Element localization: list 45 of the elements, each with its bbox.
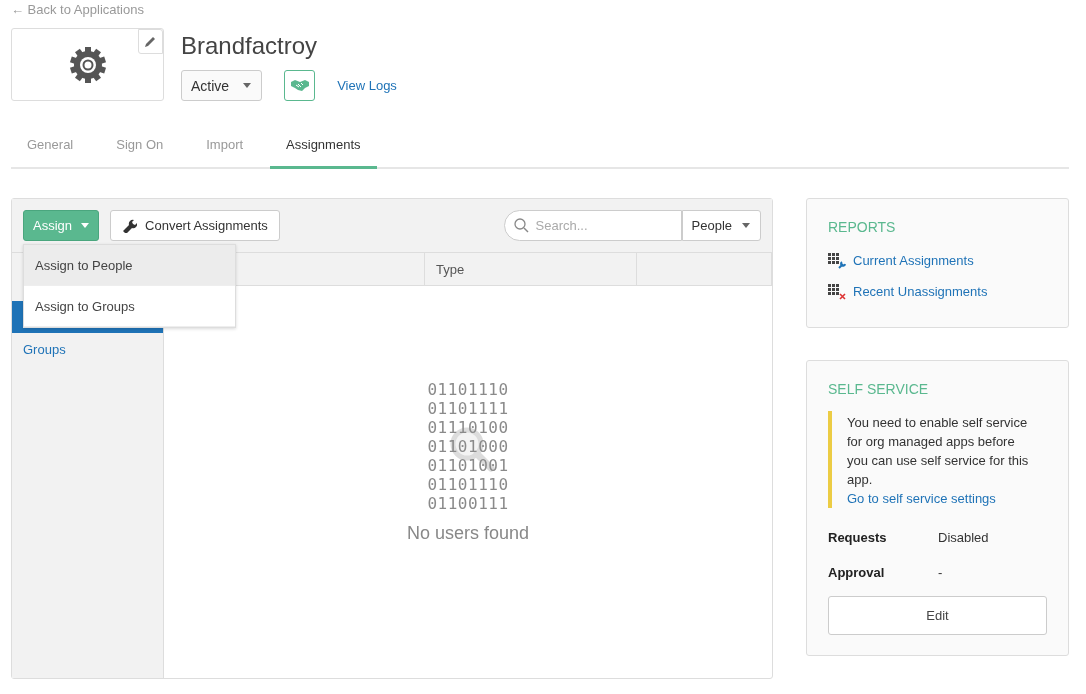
binary-line: 01101111	[427, 399, 509, 418]
tab[interactable]: Import	[190, 125, 260, 169]
back-link[interactable]: ← Back to Applications	[11, 2, 144, 20]
handshake-icon	[290, 80, 309, 91]
field-value: Disabled	[938, 530, 989, 545]
binary-line: 01101110	[427, 380, 509, 399]
tab[interactable]: Sign On	[100, 125, 180, 169]
type-filter-select[interactable]: People	[681, 210, 761, 241]
settings-link[interactable]: Go to self service settings	[847, 491, 1047, 506]
card-title: REPORTS	[828, 219, 897, 235]
convert-assignments-button[interactable]: Convert Assignments	[110, 210, 280, 241]
report-link[interactable]: Recent Unassignments	[853, 284, 988, 299]
caret-icon	[243, 83, 252, 88]
app-title: Brandfactroy	[181, 32, 319, 60]
binary-line: 01101110	[427, 475, 509, 494]
edit-button[interactable]: Edit	[828, 596, 1047, 635]
menu-item[interactable]: Assign to Groups	[24, 286, 235, 327]
column-header: Type	[425, 253, 637, 285]
wrench-icon	[122, 218, 138, 233]
binary-line: 01101000	[427, 437, 509, 456]
field-value: -	[938, 565, 943, 580]
binary-line: 01100111	[427, 494, 509, 513]
sidebar-item[interactable]: Groups	[12, 333, 163, 365]
field-label: Requests	[828, 530, 888, 545]
gear-icon	[68, 45, 107, 84]
search-icon	[513, 218, 529, 233]
tab[interactable]: Assignments	[270, 125, 377, 169]
pencil-icon	[144, 35, 157, 48]
grid-wrench-icon	[828, 252, 846, 269]
caret-icon	[81, 223, 90, 228]
empty-message: No users found	[406, 523, 530, 544]
report-link[interactable]: Current Assignments	[853, 253, 974, 268]
grid-remove-icon	[828, 283, 846, 300]
field-label: Approval	[828, 565, 886, 580]
caret-icon	[742, 223, 750, 228]
notice-text: You need to enable self service for org managed apps before you can use self service for this app.	[847, 414, 1030, 489]
menu-item[interactable]: Assign to People	[24, 245, 235, 286]
binary-line: 01101001	[427, 456, 509, 475]
status-select[interactable]: Active	[181, 70, 263, 101]
binary-line: 01110100	[427, 418, 509, 437]
view-logs-link[interactable]: View Logs	[337, 78, 397, 93]
edit-logo-button[interactable]	[138, 29, 163, 54]
card-title: SELF SERVICE	[828, 381, 930, 397]
tab[interactable]: General	[11, 125, 90, 169]
search-field[interactable]: Search...	[503, 210, 682, 241]
